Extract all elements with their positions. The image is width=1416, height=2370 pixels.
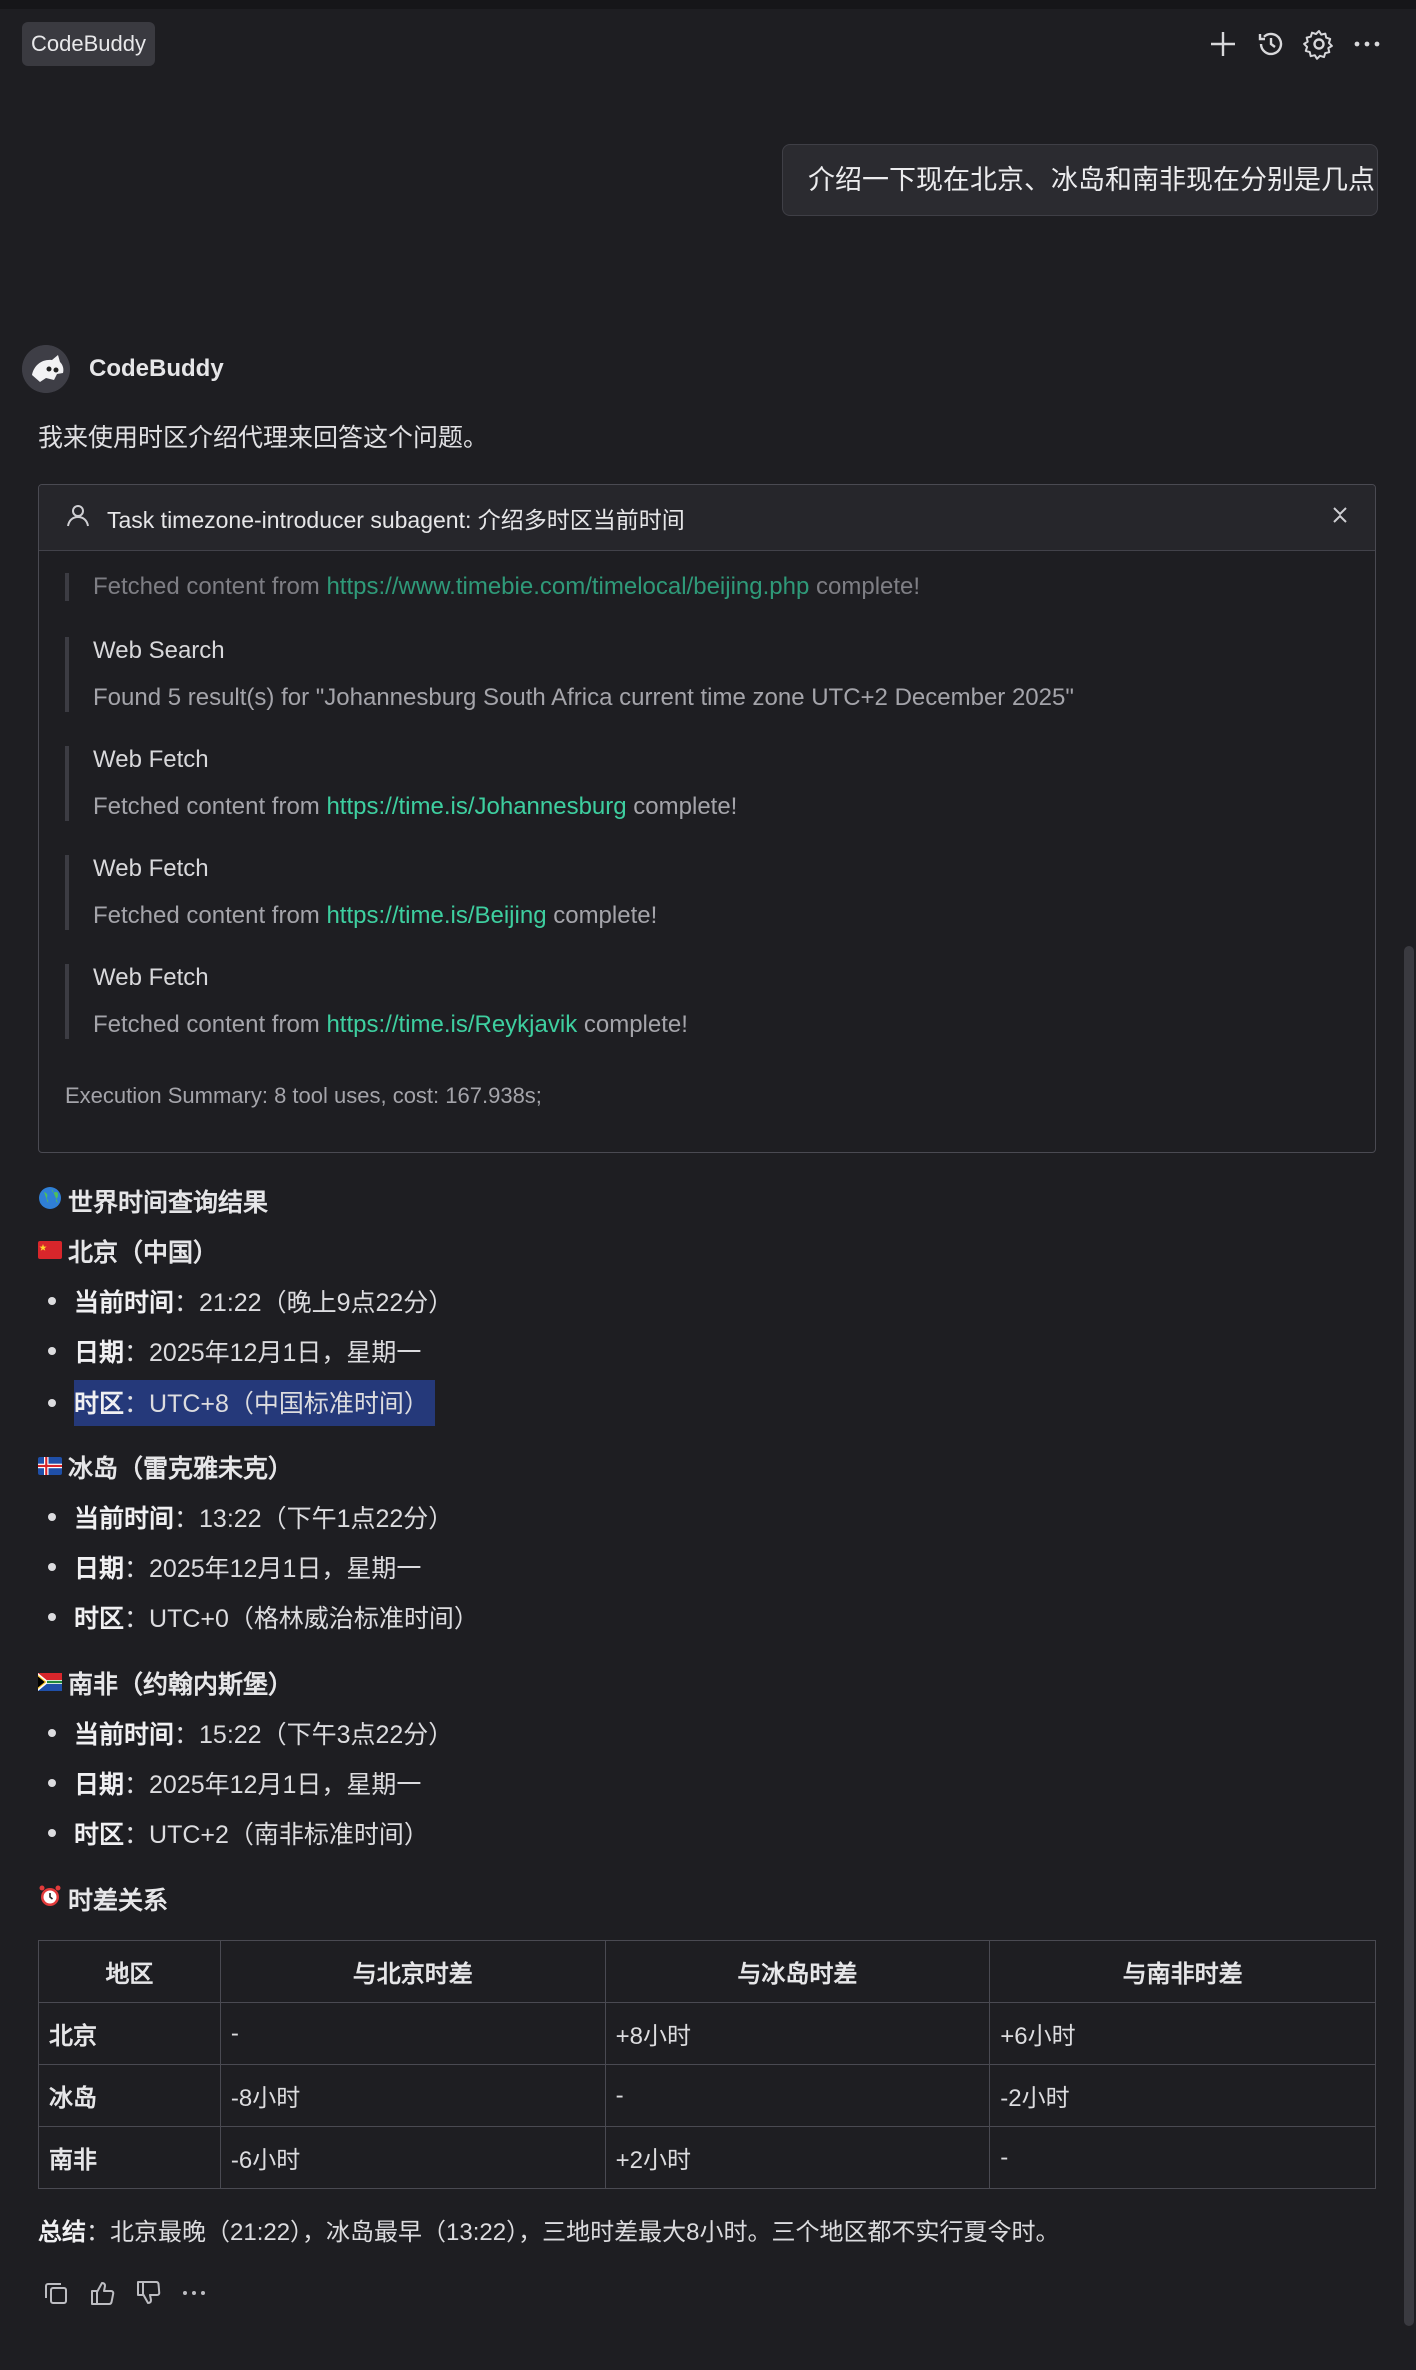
alarm-clock-icon xyxy=(38,1884,62,1915)
table-cell: 南非 xyxy=(38,2126,221,2189)
city-heading-iceland: 冰岛（雷克雅未克） xyxy=(38,1449,293,1485)
list-item: 日期 ：2025年12月1日，星期一 xyxy=(48,1765,421,1801)
table-row: 南非 -6小时 +2小时 - xyxy=(38,2126,1376,2189)
step-desc: Fetched content from https://time.is/Rey… xyxy=(93,1011,688,1038)
task-step: Web Fetch Fetched content from https://t… xyxy=(65,855,657,930)
task-step: Web Fetch Fetched content from https://t… xyxy=(65,746,737,821)
thumbs-down-icon[interactable] xyxy=(132,2276,164,2310)
execution-summary: Execution Summary: 8 tool uses, cost: 16… xyxy=(65,1083,542,1108)
table-cell: 北京 xyxy=(38,2002,221,2065)
table-cell: +2小时 xyxy=(604,2126,991,2189)
thumbs-up-icon[interactable] xyxy=(86,2276,118,2310)
list-item-selected: 时区：UTC+8（中国标准时间） xyxy=(48,1380,435,1426)
task-title: Task timezone-introducer subagent: 介绍多时区… xyxy=(107,506,685,533)
table-cell: +8小时 xyxy=(604,2002,991,2065)
globe-icon xyxy=(38,1186,62,1217)
table-row: 北京 - +8小时 +6小时 xyxy=(38,2002,1376,2065)
step-name: Web Fetch xyxy=(93,746,209,773)
more-options-icon[interactable] xyxy=(178,2276,210,2310)
list-item: 当前时间 ：15:22（下午3点22分） xyxy=(48,1715,453,1751)
iceland-flag-icon xyxy=(38,1453,62,1482)
step-desc: Found 5 result(s) for "Johannesburg Sout… xyxy=(93,684,1074,711)
assistant-header: CodeBuddy xyxy=(22,345,224,393)
scrollbar-thumb[interactable] xyxy=(1404,946,1414,2326)
window-top-edge xyxy=(0,0,1416,9)
list-item: 日期 ：2025年12月1日，星期一 xyxy=(48,1333,421,1369)
table-header: 与南非时差 xyxy=(989,1940,1376,2003)
collapse-icon[interactable] xyxy=(1329,504,1351,531)
assistant-name: CodeBuddy xyxy=(89,355,224,382)
table-cell: - xyxy=(989,2126,1376,2189)
diff-heading: 时差关系 xyxy=(38,1881,168,1917)
subagent-task-panel: Task timezone-introducer subagent: 介绍多时区… xyxy=(38,484,1376,1153)
table-header: 与冰岛时差 xyxy=(604,1940,991,2003)
table-cell: -2小时 xyxy=(989,2064,1376,2127)
step-link[interactable]: https://www.timebie.com/timelocal/beijin… xyxy=(326,573,809,600)
time-diff-table: 地区 与北京时差 与冰岛时差 与南非时差 北京 - +8小时 +6小时 冰岛 -… xyxy=(38,1940,1376,2189)
task-step: Web Search Found 5 result(s) for "Johann… xyxy=(65,637,1074,712)
step-name: Web Search xyxy=(93,637,225,664)
app-title-badge: CodeBuddy xyxy=(22,22,155,66)
assistant-avatar xyxy=(22,345,70,393)
list-item: 时区 ：UTC+2（南非标准时间） xyxy=(48,1815,429,1851)
text-selection: 时区：UTC+8（中国标准时间） xyxy=(74,1380,435,1426)
step-desc: Fetched content from https://www.timebie… xyxy=(93,573,921,600)
step-name: Web Fetch xyxy=(93,964,209,991)
task-header[interactable]: Task timezone-introducer subagent: 介绍多时区… xyxy=(39,485,1375,551)
message-actions xyxy=(40,2276,210,2310)
table-header: 地区 xyxy=(38,1940,221,2003)
table-header: 与北京时差 xyxy=(219,1940,606,2003)
history-icon[interactable] xyxy=(1254,25,1288,63)
task-step: Fetched content from https://www.timebie… xyxy=(65,573,920,601)
step-desc: Fetched content from https://time.is/Joh… xyxy=(93,793,738,820)
table-cell: - xyxy=(219,2002,606,2065)
more-icon[interactable] xyxy=(1350,25,1384,63)
step-link[interactable]: https://time.is/Reykjavik xyxy=(326,1011,577,1038)
list-item: 日期 ：2025年12月1日，星期一 xyxy=(48,1549,421,1585)
scrollbar[interactable] xyxy=(1402,0,1416,2370)
table-row: 冰岛 -8小时 - -2小时 xyxy=(38,2064,1376,2127)
table-cell: +6小时 xyxy=(989,2002,1376,2065)
task-step: Web Fetch Fetched content from https://t… xyxy=(65,964,688,1039)
step-link[interactable]: https://time.is/Beijing xyxy=(326,902,546,929)
list-item: 当前时间 ：13:22（下午1点22分） xyxy=(48,1499,453,1535)
city-heading-beijing: 北京（中国） xyxy=(38,1233,218,1269)
table-cell: -6小时 xyxy=(219,2126,606,2189)
table-cell: - xyxy=(604,2064,991,2127)
conclusion-text: 总结：北京最晚（21:22），冰岛最早（13:22），三地时差最大8小时。三个地… xyxy=(38,2219,1060,2246)
step-name: Web Fetch xyxy=(93,855,209,882)
top-toolbar xyxy=(1206,25,1384,63)
south-africa-flag-icon xyxy=(38,1669,62,1698)
step-desc: Fetched content from https://time.is/Bei… xyxy=(93,902,658,929)
plus-icon[interactable] xyxy=(1206,25,1240,63)
china-flag-icon xyxy=(38,1237,62,1266)
table-cell: 冰岛 xyxy=(38,2064,221,2127)
section-heading: 世界时间查询结果 xyxy=(38,1183,268,1219)
copy-icon[interactable] xyxy=(40,2276,72,2310)
gear-icon[interactable] xyxy=(1302,25,1336,63)
assistant-intro: 我来使用时区介绍代理来回答这个问题。 xyxy=(38,424,489,452)
user-message-bubble: 介绍一下现在北京、冰岛和南非现在分别是几点 xyxy=(782,144,1378,216)
list-item: 时区 ：UTC+0（格林威治标准时间） xyxy=(48,1599,479,1635)
step-link[interactable]: https://time.is/Johannesburg xyxy=(326,793,626,820)
person-icon xyxy=(65,502,91,533)
city-heading-south-africa: 南非（约翰内斯堡） xyxy=(38,1665,293,1701)
list-item: 当前时间 ：21:22（晚上9点22分） xyxy=(48,1283,453,1319)
table-cell: -8小时 xyxy=(219,2064,606,2127)
table-header-row: 地区 与北京时差 与冰岛时差 与南非时差 xyxy=(38,1940,1376,2003)
